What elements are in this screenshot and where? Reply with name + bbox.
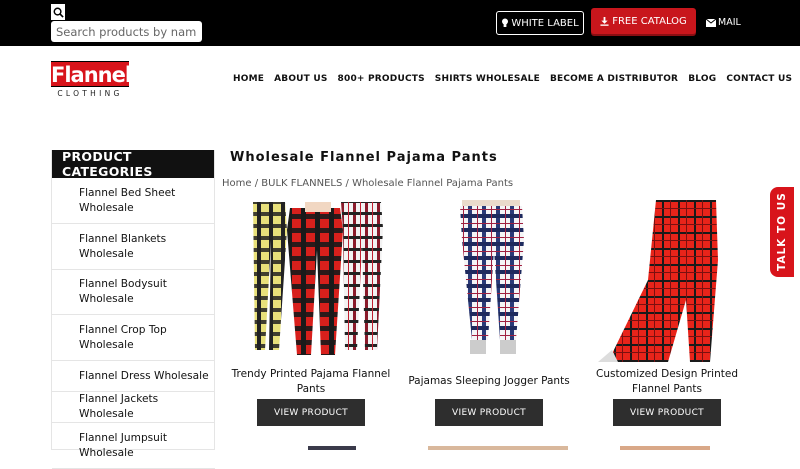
- lightbulb-icon: [502, 18, 509, 27]
- logo[interactable]: Flannel CLOTHING: [51, 61, 132, 98]
- logo-main: Flannel: [51, 61, 132, 87]
- sidebar-item-blankets[interactable]: Flannel Blankets Wholesale: [52, 224, 215, 270]
- view-product-button[interactable]: VIEW PRODUCT: [613, 399, 721, 426]
- product-name[interactable]: Pajamas Sleeping Jogger Pants: [404, 374, 574, 389]
- product-image-next-row[interactable]: [308, 446, 356, 450]
- nav-products[interactable]: 800+ PRODUCTS: [338, 74, 425, 84]
- nav-blog[interactable]: BLOG: [688, 74, 716, 84]
- search-icon: [53, 7, 64, 18]
- nav-about-us[interactable]: ABOUT US: [274, 74, 327, 84]
- product-name[interactable]: Trendy Printed Pajama Flannel Pants: [226, 367, 396, 397]
- page-title: Wholesale Flannel Pajama Pants: [230, 150, 498, 165]
- nav-shirts-wholesale[interactable]: SHIRTS WHOLESALE: [435, 74, 540, 84]
- product-categories-sidebar: PRODUCT CATEGORIES Flannel Bed Sheet Who…: [51, 149, 215, 469]
- sidebar-item-bed-sheet[interactable]: Flannel Bed Sheet Wholesale: [52, 178, 215, 224]
- view-product-button[interactable]: VIEW PRODUCT: [257, 399, 365, 426]
- product-image-customized-pants[interactable]: [598, 200, 738, 365]
- nav-home[interactable]: HOME: [233, 74, 264, 84]
- product-image-trendy-pajama[interactable]: [245, 200, 385, 360]
- search-input[interactable]: [51, 21, 202, 42]
- nav-contact-us[interactable]: CONTACT US: [726, 74, 792, 84]
- free-catalog-button[interactable]: FREE CATALOG: [591, 8, 696, 34]
- search-button[interactable]: [51, 4, 65, 20]
- top-bar: WHITE LABEL FREE CATALOG MAIL: [0, 0, 800, 46]
- sidebar-item-jumpsuit[interactable]: Flannel Jumpsuit Wholesale: [52, 423, 215, 469]
- mail-text: MAIL: [718, 17, 741, 28]
- download-icon: [600, 16, 609, 26]
- product-image-next-row[interactable]: [620, 446, 710, 450]
- sidebar-item-bodysuit[interactable]: Flannel Bodysuit Wholesale: [52, 270, 215, 315]
- talk-to-us-tab[interactable]: TALK TO US: [770, 187, 794, 277]
- main-nav: HOME ABOUT US 800+ PRODUCTS SHIRTS WHOLE…: [233, 74, 792, 84]
- breadcrumb[interactable]: Home / BULK FLANNELS / Wholesale Flannel…: [222, 178, 513, 189]
- nav-become-distributor[interactable]: BECOME A DISTRIBUTOR: [550, 74, 678, 84]
- envelope-icon: [706, 18, 716, 27]
- mail-link[interactable]: MAIL: [706, 17, 741, 28]
- white-label-button[interactable]: WHITE LABEL: [496, 11, 584, 35]
- white-label-text: WHITE LABEL: [511, 17, 579, 29]
- sidebar-item-crop-top[interactable]: Flannel Crop Top Wholesale: [52, 315, 215, 361]
- sidebar-item-dress[interactable]: Flannel Dress Wholesale: [52, 361, 215, 392]
- product-image-jogger-pants[interactable]: [440, 200, 540, 365]
- product-image-next-row[interactable]: [428, 446, 568, 450]
- sidebar-item-jackets[interactable]: Flannel Jackets Wholesale: [52, 392, 215, 423]
- product-name[interactable]: Customized Design Printed Flannel Pants: [582, 367, 752, 397]
- logo-sub: CLOTHING: [57, 89, 123, 98]
- sidebar-title: PRODUCT CATEGORIES: [52, 149, 214, 179]
- view-product-button[interactable]: VIEW PRODUCT: [435, 399, 543, 426]
- free-catalog-text: FREE CATALOG: [612, 15, 687, 27]
